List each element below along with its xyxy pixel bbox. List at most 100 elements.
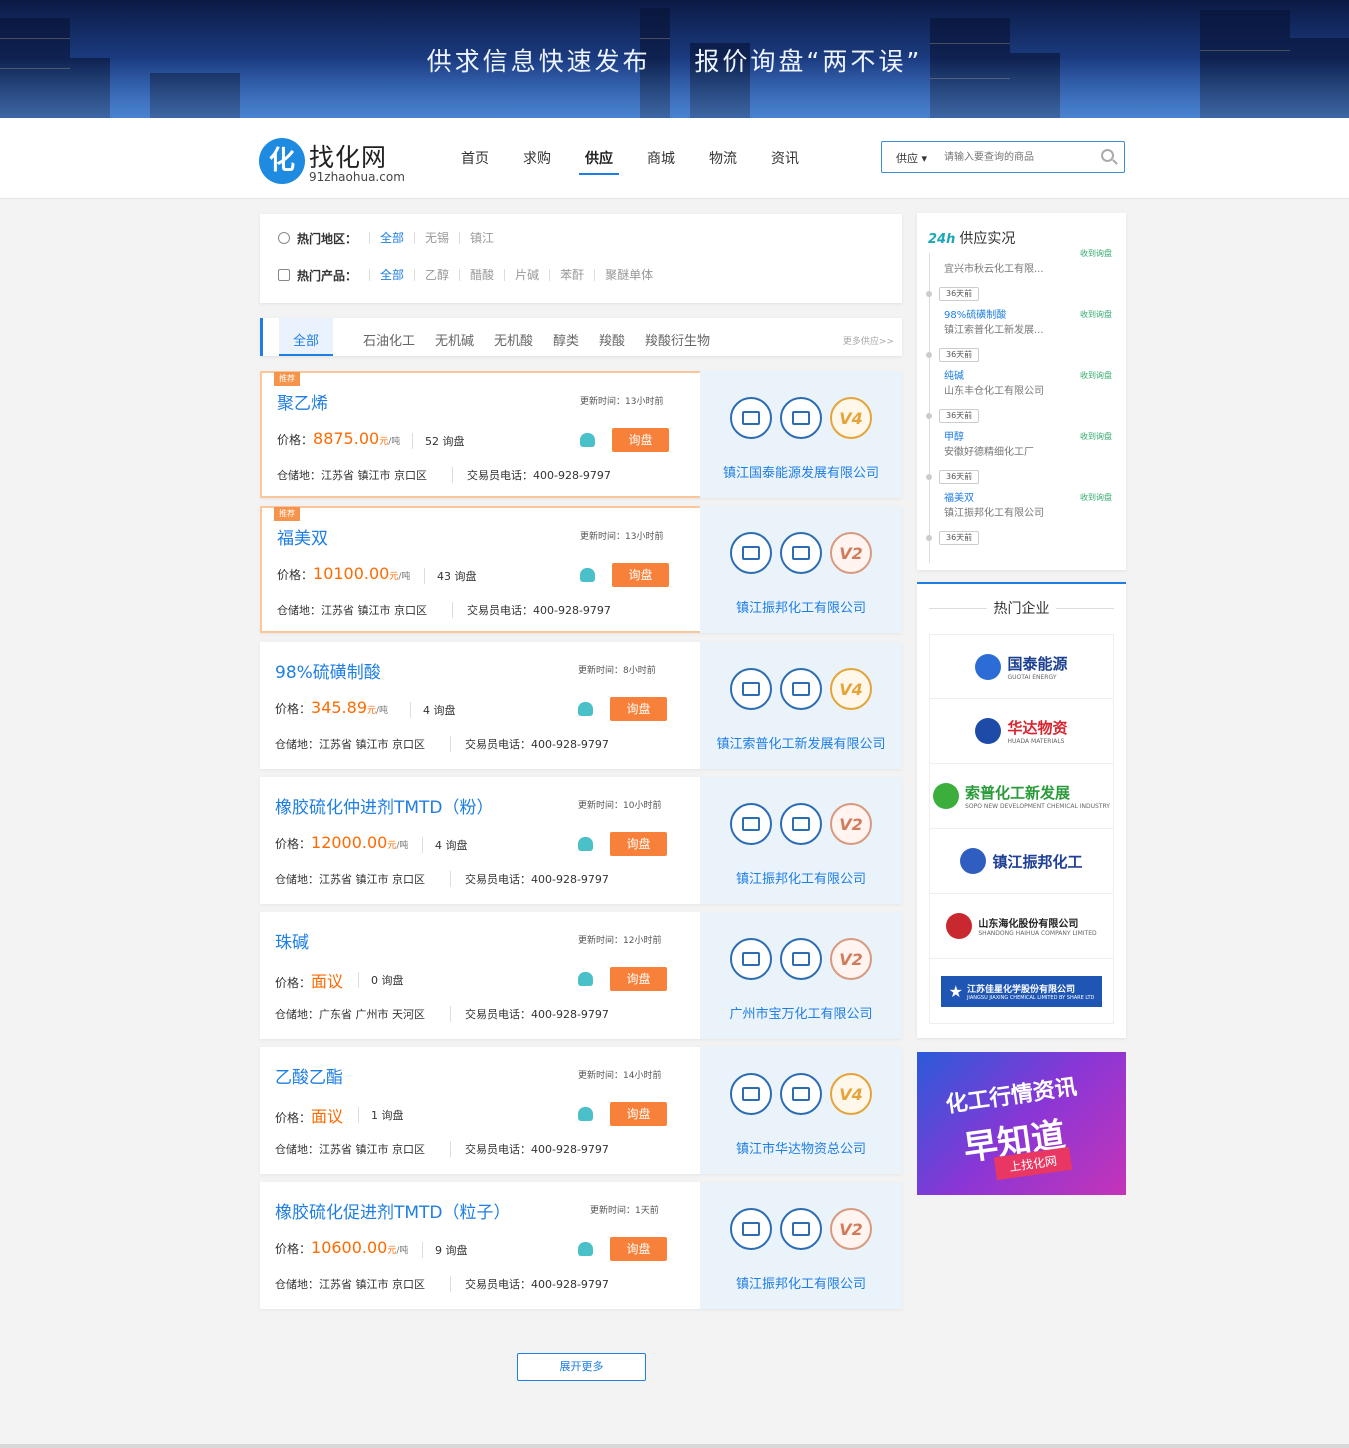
price-label: 价格： (277, 568, 314, 582)
search-input[interactable] (944, 148, 1094, 166)
product-card[interactable]: 橡胶硫化促进剂TMTD（粒子） 更新时间：1天前 价格：10600.00元/吨 … (260, 1182, 902, 1309)
tab-all[interactable]: 全部 (279, 318, 334, 356)
nav-mall[interactable]: 商城 (633, 147, 689, 175)
site-logo[interactable]: 化 找化网 91zhaohua.com (259, 138, 409, 188)
license-verified-icon (780, 668, 822, 710)
realtime-product[interactable]: 98%硫磺制酸 (944, 306, 1006, 321)
region-option[interactable]: 全部 (369, 232, 414, 244)
tab-carboxylic-acid[interactable]: 羧酸 (599, 318, 625, 356)
product-card[interactable]: 98%硫磺制酸 更新时间：8小时前 价格：345.89元/吨 4 询盘 询盘 仓… (260, 642, 902, 769)
company-logo[interactable]: 华达物资 HUADA MATERIALS (929, 699, 1114, 764)
storage-location: 仓储地：江苏省 镇江市 京口区 (277, 604, 427, 617)
product-price: 价格：12000.00元/吨 (275, 833, 408, 852)
company-name[interactable]: 镇江索普化工新发展有限公司 (700, 733, 902, 752)
product-title[interactable]: 橡胶硫化仲进剂TMTD（粉） (275, 793, 494, 818)
chat-icon[interactable] (578, 1107, 593, 1121)
product-title[interactable]: 聚乙烯 (277, 389, 328, 414)
nav-supply[interactable]: 供应 (571, 147, 627, 175)
product-option[interactable]: 醋酸 (459, 269, 504, 281)
product-card[interactable]: 橡胶硫化仲进剂TMTD（粉） 更新时间：10小时前 价格：12000.00元/吨… (260, 777, 902, 904)
product-card[interactable]: 推荐 福美双 更新时间：13小时前 价格：10100.00元/吨 43 询盘 询… (260, 506, 902, 633)
nav-logistics[interactable]: 物流 (695, 147, 751, 175)
realtime-item[interactable]: 36天前 福美双 镇江振邦化工有限公司 收到询盘 (917, 470, 1126, 531)
tab-inorganic-base[interactable]: 无机碱 (435, 318, 474, 356)
tab-inorganic-acid[interactable]: 无机酸 (494, 318, 533, 356)
storage-location: 仓储地：江苏省 镇江市 京口区 (277, 469, 427, 482)
nav-home[interactable]: 首页 (447, 147, 503, 175)
storage-location: 仓储地：江苏省 镇江市 京口区 (275, 738, 425, 751)
product-title[interactable]: 98%硫磺制酸 (275, 658, 381, 683)
inquiry-button[interactable]: 询盘 (610, 967, 667, 991)
trader-phone: 交易员电话：400-928-9797 (450, 1006, 609, 1022)
company-name[interactable]: 广州市宝万化工有限公司 (700, 1003, 902, 1022)
company-logo[interactable]: 国泰能源 GUOTAI ENERGY (929, 634, 1114, 699)
nav-purchase[interactable]: 求购 (509, 147, 565, 175)
id-verified-icon (730, 1073, 772, 1115)
recommend-badge: 推荐 (274, 372, 300, 386)
tab-alcohols[interactable]: 醇类 (553, 318, 579, 356)
product-option[interactable]: 片碱 (504, 269, 549, 281)
company-logo[interactable]: 镇江振邦化工 (929, 829, 1114, 894)
product-option[interactable]: 全部 (369, 269, 414, 281)
tab-petrochem[interactable]: 石油化工 (363, 318, 415, 356)
level-badge-icon: V4 (830, 397, 872, 439)
chat-icon[interactable] (578, 1242, 593, 1256)
product-title[interactable]: 乙酸乙酯 (275, 1063, 343, 1088)
product-card[interactable]: 乙酸乙酯 更新时间：14小时前 价格：面议 1 询盘 询盘 仓储地：江苏省 镇江… (260, 1047, 902, 1174)
company-name[interactable]: 镇江国泰能源发展有限公司 (700, 462, 902, 481)
company-logo-icon (960, 848, 987, 874)
chat-icon[interactable] (580, 433, 595, 447)
product-price: 价格：10100.00元/吨 (277, 564, 410, 583)
realtime-product[interactable]: 福美双 (944, 489, 974, 504)
company-logo[interactable]: 山东海化股份有限公司 SHANDONG HAIHUA COMPANY LIMITE… (929, 894, 1114, 959)
product-title[interactable]: 珠碱 (275, 928, 309, 953)
inquiry-button[interactable]: 询盘 (610, 697, 667, 721)
company-logo[interactable]: 索普化工新发展 SOPO NEW DEVELOPMENT CHEMICAL IND… (929, 764, 1114, 829)
region-option[interactable]: 镇江 (459, 232, 504, 244)
company-name[interactable]: 镇江振邦化工有限公司 (700, 597, 902, 616)
level-badge-icon: V2 (830, 803, 872, 845)
realtime-item[interactable]: 36天前 (917, 531, 1126, 570)
price-per: /吨 (396, 1246, 409, 1256)
realtime-item[interactable]: 宜兴市秋云化工有限... 收到询盘 (917, 233, 1126, 294)
company-name[interactable]: 镇江振邦化工有限公司 (700, 868, 902, 887)
realtime-item[interactable]: 36天前 98%硫磺制酸 镇江索普化工新发展... 收到询盘 (917, 287, 1126, 348)
inquiry-button[interactable]: 询盘 (610, 832, 667, 856)
product-card[interactable]: 珠碱 更新时间：12小时前 价格：面议 0 询盘 询盘 仓储地：广东省 广州市 … (260, 912, 902, 1039)
inquiry-count: 52 询盘 (412, 433, 465, 449)
inquiry-button[interactable]: 询盘 (610, 1102, 667, 1126)
chat-icon[interactable] (578, 972, 593, 986)
price-per: /吨 (396, 841, 409, 851)
realtime-product[interactable]: 甲醇 (944, 428, 964, 443)
region-option[interactable]: 无锡 (414, 232, 459, 244)
product-option[interactable]: 聚醚单体 (594, 269, 663, 281)
chat-icon[interactable] (578, 837, 593, 851)
realtime-item[interactable]: 36天前 纯碱 山东丰仓化工有限公司 收到询盘 (917, 348, 1126, 409)
product-card[interactable]: 推荐 聚乙烯 更新时间：13小时前 价格：8875.00元/吨 52 询盘 询盘… (260, 371, 902, 498)
search-category-select[interactable]: 供应 ▾ (896, 150, 927, 166)
product-option[interactable]: 乙醇 (414, 269, 459, 281)
nav-news[interactable]: 资讯 (757, 147, 813, 175)
company-name[interactable]: 镇江市华达物资总公司 (700, 1138, 902, 1157)
product-option[interactable]: 苯酐 (549, 269, 594, 281)
realtime-item[interactable]: 36天前 甲醇 安徽好德精细化工厂 收到询盘 (917, 409, 1126, 470)
realtime-product[interactable]: 纯碱 (944, 367, 964, 382)
product-title[interactable]: 橡胶硫化促进剂TMTD（粒子） (275, 1198, 511, 1223)
search-box: 供应 ▾ (881, 141, 1125, 173)
load-more-button[interactable]: 展开更多 (517, 1353, 646, 1381)
chat-icon[interactable] (580, 568, 595, 582)
inquiry-button[interactable]: 询盘 (612, 428, 669, 452)
price-label: 价格： (275, 837, 312, 851)
more-supply-link[interactable]: 更多供应>> (843, 334, 894, 347)
company-logo[interactable]: ★ 江苏佳星化学股份有限公司 JIANGSU JIAXING CHEMICAL L… (929, 959, 1114, 1024)
realtime-status: 收到询盘 (1080, 310, 1112, 319)
company-name[interactable]: 镇江振邦化工有限公司 (700, 1273, 902, 1292)
chat-icon[interactable] (578, 702, 593, 716)
inquiry-button[interactable]: 询盘 (610, 1237, 667, 1261)
product-title[interactable]: 福美双 (277, 524, 328, 549)
news-ad-banner[interactable]: 化工行情资讯 早知道 上找化网 (917, 1052, 1126, 1195)
inquiry-button[interactable]: 询盘 (612, 563, 669, 587)
tab-acid-derivatives[interactable]: 羧酸衍生物 (645, 318, 710, 356)
search-icon[interactable] (1101, 149, 1114, 162)
timeline-dot (926, 535, 932, 541)
